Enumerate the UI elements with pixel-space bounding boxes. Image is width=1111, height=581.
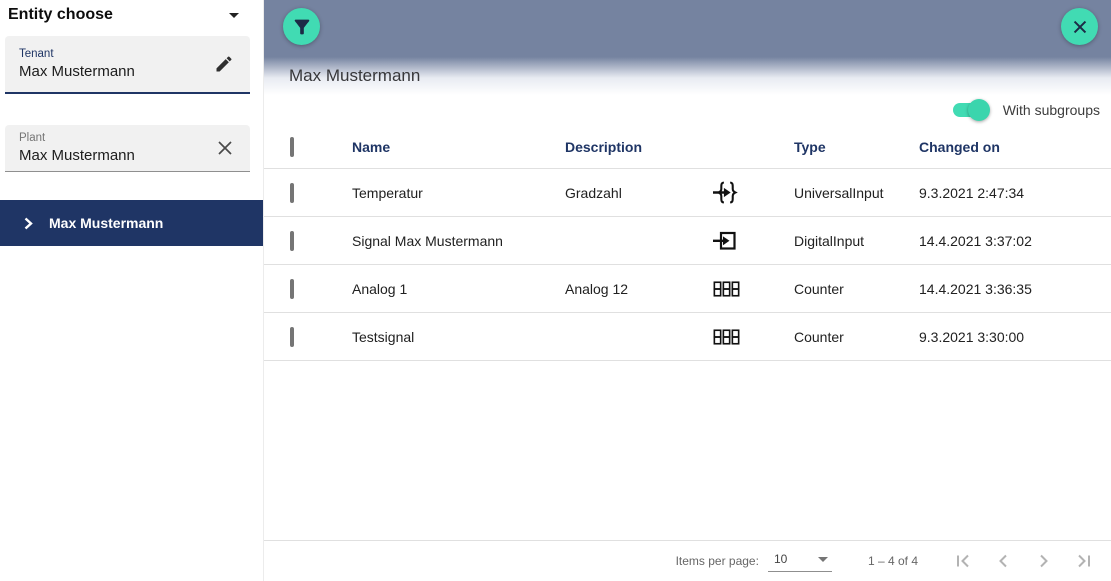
plant-label: Plant [19, 132, 135, 144]
tenant-value: Max Mustermann [19, 63, 135, 80]
table-row[interactable]: Signal Max Mustermann DigitalInput 14.4.… [264, 217, 1111, 265]
counter-icon [713, 328, 794, 346]
sidebar-title: Entity choose [8, 6, 113, 24]
first-page-button[interactable] [952, 551, 972, 571]
tenant-field[interactable]: Tenant Max Mustermann [5, 36, 250, 94]
page-range-label: 1 – 4 of 4 [868, 554, 918, 568]
dropdown-caret-icon[interactable] [229, 13, 239, 18]
filter-button[interactable] [283, 8, 320, 45]
toggle-thumb[interactable] [968, 99, 990, 121]
signal-description: Analog 12 [565, 281, 713, 297]
with-subgroups-label: With subgroups [1003, 102, 1100, 118]
panel-header-bar [264, 0, 1111, 57]
column-header-changed-on: Changed on [919, 139, 1111, 155]
signal-name: Temperatur [352, 185, 565, 201]
first-page-icon [952, 551, 972, 571]
previous-page-button[interactable] [993, 551, 1013, 571]
signal-name: Signal Max Mustermann [352, 233, 565, 249]
next-page-button[interactable] [1034, 551, 1054, 571]
tenant-label: Tenant [19, 48, 135, 60]
table-row[interactable]: Temperatur Gradzahl UniversalInput 9.3.2… [264, 169, 1111, 217]
signal-type: Counter [794, 329, 919, 345]
app-window: Entity choose Tenant Max Mustermann Plan… [0, 0, 1111, 581]
row-checkbox[interactable] [290, 327, 294, 347]
edit-icon[interactable] [212, 52, 236, 76]
column-header-name: Name [352, 139, 565, 155]
panel-title: Max Mustermann [289, 66, 420, 86]
signal-changed-on: 14.4.2021 3:37:02 [919, 233, 1111, 249]
signal-name: Testsignal [352, 329, 565, 345]
signal-description: Gradzahl [565, 185, 713, 201]
row-checkbox[interactable] [290, 231, 294, 251]
table-empty-area [264, 361, 1111, 540]
signal-picker-panel: Max Mustermann With subgroups Name Descr… [263, 0, 1111, 581]
close-button[interactable] [1061, 8, 1098, 45]
braces-arrow-icon [713, 181, 794, 204]
table-row[interactable]: Analog 1 Analog 12 Counter 14.4.2021 3:3… [264, 265, 1111, 313]
signal-type: DigitalInput [794, 233, 919, 249]
items-per-page-select[interactable]: 10 [768, 550, 832, 572]
items-per-page-label: Items per page: [676, 554, 759, 568]
row-checkbox[interactable] [290, 183, 294, 203]
with-subgroups-toggle[interactable] [953, 103, 986, 117]
row-checkbox[interactable] [290, 279, 294, 299]
sidebar-item-label: Max Mustermann [49, 215, 163, 231]
signal-name: Analog 1 [352, 281, 565, 297]
signal-changed-on: 14.4.2021 3:36:35 [919, 281, 1111, 297]
last-page-button[interactable] [1075, 551, 1095, 571]
signal-changed-on: 9.3.2021 2:47:34 [919, 185, 1111, 201]
chevron-right-icon [1034, 551, 1054, 571]
plant-value: Max Mustermann [19, 147, 135, 164]
column-header-type: Type [794, 139, 919, 155]
entity-choose-header[interactable]: Entity choose [0, 0, 263, 26]
subgroups-toggle-row: With subgroups [264, 95, 1111, 125]
select-caret-icon [818, 557, 828, 562]
filter-icon [291, 16, 313, 38]
signal-type: UniversalInput [794, 185, 919, 201]
last-page-icon [1075, 551, 1095, 571]
clear-icon[interactable] [214, 137, 236, 159]
panel-title-strip: Max Mustermann [264, 57, 1111, 95]
table-body: Temperatur Gradzahl UniversalInput 9.3.2… [264, 169, 1111, 361]
column-header-description: Description [565, 139, 713, 155]
login-icon [713, 230, 794, 252]
table-header-row: Name Description Type Changed on [264, 125, 1111, 169]
table-row[interactable]: Testsignal Counter 9.3.2021 3:30:00 [264, 313, 1111, 361]
entity-sidebar: Entity choose Tenant Max Mustermann Plan… [0, 0, 263, 581]
chevron-left-icon [993, 551, 1013, 571]
sidebar-item-entity[interactable]: Max Mustermann [0, 200, 263, 246]
chevron-right-icon [22, 217, 34, 230]
close-icon [1070, 17, 1090, 37]
signal-type: Counter [794, 281, 919, 297]
items-per-page-value: 10 [774, 552, 787, 566]
select-all-checkbox[interactable] [290, 137, 294, 157]
counter-icon [713, 280, 794, 298]
signal-changed-on: 9.3.2021 3:30:00 [919, 329, 1111, 345]
plant-field[interactable]: Plant Max Mustermann [5, 125, 250, 172]
paginator: Items per page: 10 1 – 4 of 4 [264, 540, 1111, 581]
